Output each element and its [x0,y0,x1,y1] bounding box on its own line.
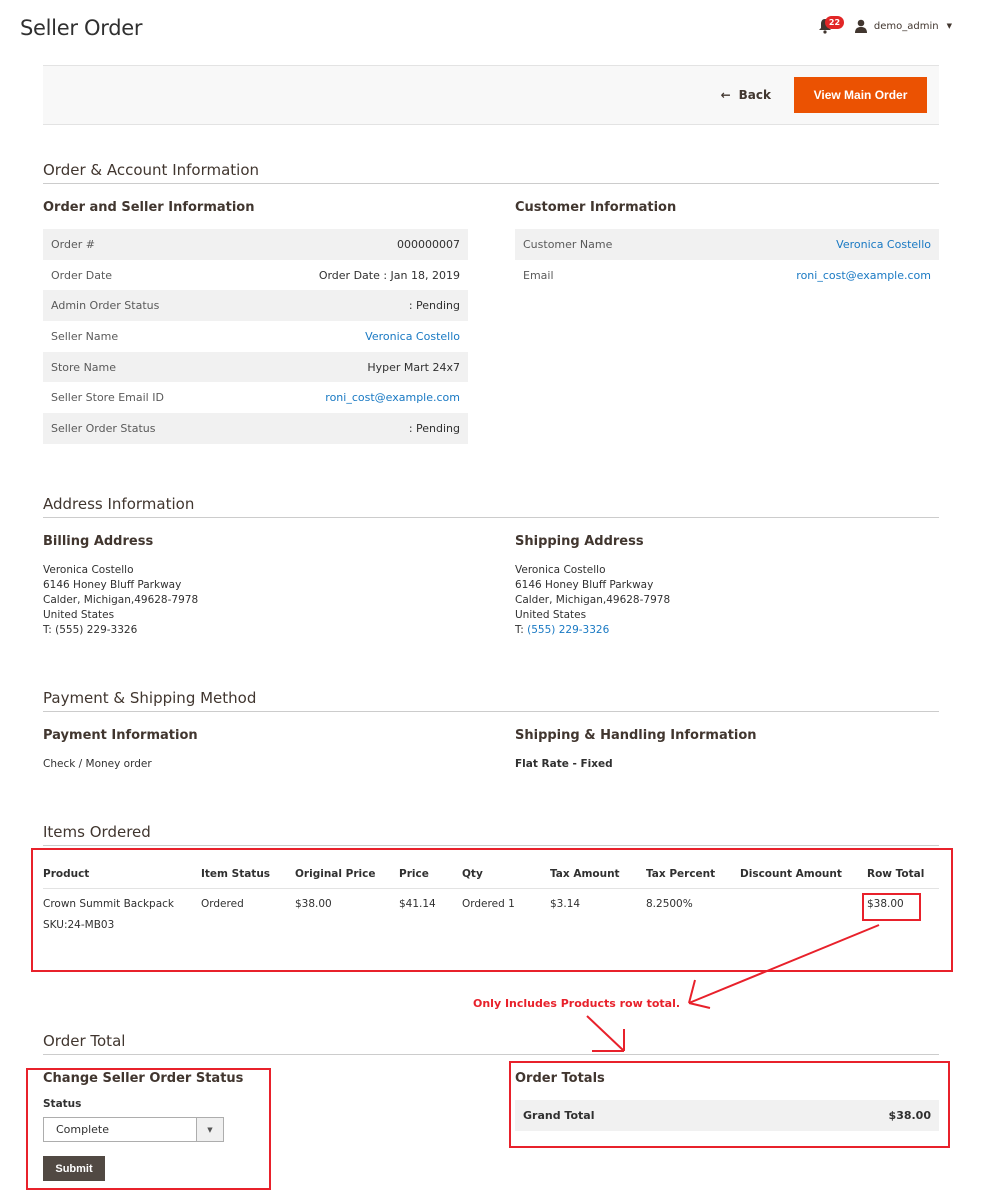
back-button[interactable]: ← Back [721,88,771,102]
info-row-store-name: Store Name Hyper Mart 24x7 [43,351,468,383]
address-line: United States [43,609,115,621]
section-title-payment-shipping: Payment & Shipping Method [43,689,939,712]
order-number: 000000007 [234,229,468,260]
info-row-order-number: Order # 000000007 [43,229,468,260]
info-row-order-date: Order Date Order Date : Jan 18, 2019 [43,260,468,291]
back-label: Back [738,88,771,102]
info-row-seller-name: Seller Name Veronica Costello [43,321,468,352]
address-line: 6146 Honey Bluff Parkway [43,579,182,591]
phone-line: T: (555) 229-3326 [515,623,670,638]
shipping-method: Flat Rate - Fixed [515,758,613,770]
order-date: Order Date : Jan 18, 2019 [318,268,460,282]
shipping-address-title: Shipping Address [515,534,644,549]
address-line: Calder, Michigan,49628-7978 [43,594,199,606]
info-label: Order Date [51,268,113,282]
shipping-address: Veronica Costello 6146 Honey Bluff Parkw… [515,563,670,638]
order-seller-info-table: Order # 000000007 Order Date Order Date … [43,229,468,444]
address-line: 6146 Honey Bluff Parkway [515,579,654,591]
phone-line: T: (555) 229-3326 [43,623,198,638]
customer-info-title: Customer Information [515,200,677,215]
phone-prefix: T: [515,624,528,636]
info-label: Order # [43,229,235,260]
page-actions-toolbar: ← Back View Main Order [43,65,939,125]
user-menu[interactable]: demo_admin ▼ [854,19,952,33]
seller-name-link[interactable]: Veronica Costello [365,330,460,343]
billing-address-title: Billing Address [43,534,154,549]
info-label: Admin Order Status [43,290,235,322]
chevron-down-icon: ▼ [946,22,952,30]
annotation-box-items [31,848,953,972]
customer-name-link[interactable]: Veronica Costello [836,238,931,251]
info-label: Seller Name [51,329,119,343]
notifications-button[interactable]: 22 [818,16,845,36]
admin-order-status: : Pending [234,290,468,322]
order-seller-info-title: Order and Seller Information [43,200,255,215]
header-actions: 22 demo_admin ▼ [818,16,952,36]
customer-info-table: Customer Name Veronica Costello Email ro… [515,229,939,290]
info-row-customer-name: Customer Name Veronica Costello [515,229,939,260]
payment-method: Check / Money order [43,758,152,770]
phone-prefix: T: [43,624,56,636]
store-name: Hyper Mart 24x7 [234,351,468,383]
seller-email-link[interactable]: roni_cost@example.com [325,391,460,404]
billing-phone: (555) 229-3326 [55,624,138,636]
view-main-order-button[interactable]: View Main Order [794,77,927,113]
user-icon [854,19,867,33]
customer-email-link[interactable]: roni_cost@example.com [796,269,931,282]
annotation-box-row-total [862,893,921,921]
arrow-left-icon: ← [720,88,731,102]
seller-order-status: : Pending [234,413,468,444]
info-row-seller-email: Seller Store Email ID roni_cost@example.… [43,382,468,413]
section-title-address: Address Information [43,495,939,518]
annotation-text: Only Includes Products row total. [473,997,681,1010]
arrow-head [688,979,696,1004]
annotation-box-order-totals [509,1061,950,1148]
info-row-customer-email: Email roni_cost@example.com [515,260,939,291]
arrow-head [688,1002,711,1009]
payment-info-title: Payment Information [43,728,198,743]
info-label: Seller Store Email ID [51,391,164,405]
info-label: Customer Name [515,229,690,260]
section-title-order-account: Order & Account Information [43,161,939,184]
info-row-admin-order-status: Admin Order Status : Pending [43,290,468,322]
address-line: Calder, Michigan,49628-7978 [515,594,671,606]
info-label: Email [523,268,554,282]
billing-address: Veronica Costello 6146 Honey Bluff Parkw… [43,563,198,638]
notifications-badge: 22 [824,16,845,29]
username: demo_admin [873,20,939,32]
shipping-phone-link[interactable]: (555) 229-3326 [527,624,609,636]
address-line: United States [515,609,587,621]
info-row-seller-order-status: Seller Order Status : Pending [43,413,468,444]
section-title-order-total: Order Total [43,1032,939,1055]
address-line: Veronica Costello [43,564,134,576]
page-title: Seller Order [20,16,143,40]
shipping-handling-title: Shipping & Handling Information [515,728,757,743]
info-label: Store Name [43,351,235,383]
address-line: Veronica Costello [515,564,606,576]
annotation-box-change-status [26,1068,271,1190]
section-title-items-ordered: Items Ordered [43,823,939,846]
info-label: Seller Order Status [43,413,235,444]
